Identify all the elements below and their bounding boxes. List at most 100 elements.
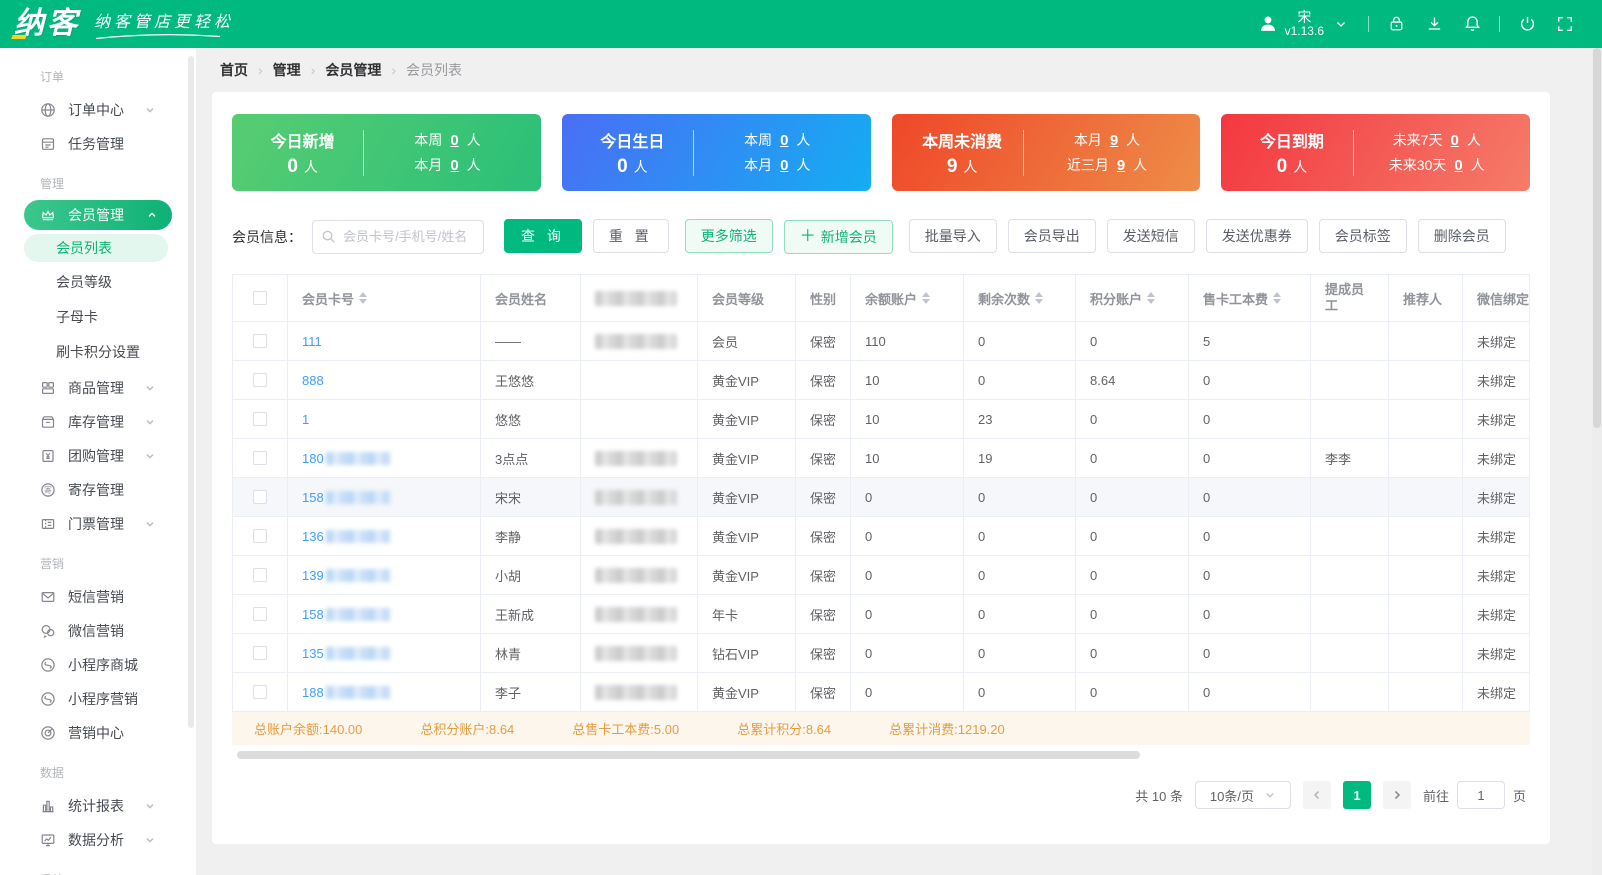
member-tags-button[interactable]: 会员标签 bbox=[1319, 219, 1407, 253]
member-card-link[interactable]: 139 bbox=[302, 568, 324, 583]
sidebar-item-task-management[interactable]: 任务管理 bbox=[0, 127, 196, 161]
stat-card-count: 0人 bbox=[242, 156, 363, 178]
member-card-link[interactable]: 158 bbox=[302, 607, 324, 622]
sidebar-item-miniapp-marketing[interactable]: 小程序营销 bbox=[0, 682, 196, 716]
stat-line-value[interactable]: 9 bbox=[1110, 132, 1118, 149]
member-card-link[interactable]: 135 bbox=[302, 646, 324, 661]
delete-members-button[interactable]: 删除会员 bbox=[1418, 219, 1506, 253]
add-member-button[interactable]: ＋新增会员 bbox=[784, 220, 893, 254]
stat-line-value[interactable]: 0 bbox=[780, 132, 788, 149]
sidebar-item-miniapp-mall[interactable]: 小程序商城 bbox=[0, 648, 196, 682]
cell-value: 年卡 bbox=[712, 605, 738, 624]
row-checkbox[interactable] bbox=[253, 529, 267, 543]
fullscreen-icon[interactable] bbox=[1554, 13, 1576, 35]
sort-icon[interactable] bbox=[359, 292, 367, 304]
member-card-link[interactable]: 180 bbox=[302, 451, 324, 466]
member-card-link[interactable]: 188 bbox=[302, 685, 324, 700]
breadcrumb-item[interactable]: 首页 bbox=[220, 60, 248, 80]
row-checkbox[interactable] bbox=[253, 646, 267, 660]
page-size-select[interactable]: 10条/页 bbox=[1195, 781, 1291, 809]
sidebar-item-member-management[interactable]: 会员管理 bbox=[24, 200, 172, 230]
search-input[interactable] bbox=[312, 220, 484, 254]
stat-line-value[interactable]: 0 bbox=[1450, 132, 1458, 149]
breadcrumb-item[interactable]: 会员管理 bbox=[325, 60, 381, 80]
member-card-link[interactable]: 888 bbox=[302, 373, 324, 388]
sidebar-item-deposit-management[interactable]: 寄寄存管理 bbox=[0, 473, 196, 507]
member-card-link[interactable]: 136 bbox=[302, 529, 324, 544]
stat-line-value[interactable]: 0 bbox=[1454, 157, 1462, 174]
prev-page-button[interactable] bbox=[1303, 781, 1331, 809]
select-all-checkbox[interactable] bbox=[253, 291, 267, 305]
download-icon[interactable] bbox=[1423, 13, 1445, 35]
column-header-points: 积分账户 bbox=[1076, 275, 1189, 322]
member-card-link[interactable]: 1 bbox=[302, 412, 309, 427]
sidebar-item-stat-report[interactable]: 统计报表 bbox=[0, 789, 196, 823]
member-card-link[interactable]: 158 bbox=[302, 490, 324, 505]
sort-icon[interactable] bbox=[1147, 292, 1155, 304]
member-card-link[interactable]: 111 bbox=[302, 334, 322, 349]
sidebar-item-stock-management[interactable]: 库存管理 bbox=[0, 405, 196, 439]
user-menu[interactable]: 宋 v1.13.6 bbox=[1257, 10, 1352, 39]
sort-icon[interactable] bbox=[1273, 292, 1281, 304]
sidebar-item-sms-marketing[interactable]: 短信营销 bbox=[0, 580, 196, 614]
stat-line-label: 本周 bbox=[414, 130, 442, 150]
query-button[interactable]: 查 询 bbox=[504, 219, 582, 253]
row-checkbox[interactable] bbox=[253, 490, 267, 504]
current-page[interactable]: 1 bbox=[1343, 781, 1371, 809]
row-checkbox[interactable] bbox=[253, 451, 267, 465]
sidebar-subitem-member-list[interactable]: 会员列表 bbox=[24, 234, 168, 262]
sidebar-item-ticket-management[interactable]: 门票管理 bbox=[0, 507, 196, 541]
stat-card-main: 今日新增0人 bbox=[242, 128, 363, 178]
sidebar-item-data-analysis[interactable]: 数据分析 bbox=[0, 823, 196, 857]
sidebar-subitem-member-level[interactable]: 会员等级 bbox=[0, 266, 196, 298]
row-checkbox[interactable] bbox=[253, 607, 267, 621]
cell-value: 未绑定 bbox=[1477, 449, 1516, 468]
goto-page-input[interactable] bbox=[1457, 781, 1505, 809]
sort-icon[interactable] bbox=[1035, 292, 1043, 304]
sidebar-item-groupbuy-management[interactable]: 团购管理 bbox=[0, 439, 196, 473]
sidebar-item-wechat-marketing[interactable]: 微信营销 bbox=[0, 614, 196, 648]
sidebar-subitem-parent-child-card[interactable]: 子母卡 bbox=[0, 301, 196, 333]
cell-checkbox bbox=[233, 439, 288, 478]
lock-icon[interactable] bbox=[1385, 13, 1407, 35]
stat-line-value[interactable]: 0 bbox=[450, 132, 458, 149]
row-checkbox[interactable] bbox=[253, 568, 267, 582]
redacted-phone bbox=[595, 646, 677, 661]
bell-icon[interactable] bbox=[1461, 13, 1483, 35]
logo: 纳客 bbox=[14, 2, 80, 46]
row-checkbox[interactable] bbox=[253, 685, 267, 699]
send-sms-button[interactable]: 发送短信 bbox=[1107, 219, 1195, 253]
row-checkbox[interactable] bbox=[253, 334, 267, 348]
batch-import-button[interactable]: 批量导入 bbox=[909, 219, 997, 253]
next-page-button[interactable] bbox=[1383, 781, 1411, 809]
sort-icon[interactable] bbox=[922, 292, 930, 304]
cell-phone bbox=[581, 322, 698, 361]
export-members-button[interactable]: 会员导出 bbox=[1008, 219, 1096, 253]
more-filters-button[interactable]: 更多筛选 bbox=[685, 219, 773, 253]
reset-button[interactable]: 重 置 bbox=[593, 219, 669, 253]
cell-points: 0 bbox=[1076, 673, 1189, 712]
send-coupon-button[interactable]: 发送优惠券 bbox=[1206, 219, 1308, 253]
sidebar-scrollbar[interactable] bbox=[188, 56, 194, 728]
sidebar-item-order-center[interactable]: 订单中心 bbox=[0, 93, 196, 127]
page-scrollbar-thumb[interactable] bbox=[1593, 48, 1601, 428]
stat-line-value[interactable]: 0 bbox=[780, 157, 788, 174]
breadcrumb-item[interactable]: 管理 bbox=[273, 60, 301, 80]
cell-balance: 10 bbox=[851, 400, 964, 439]
cell-name: 悠悠 bbox=[481, 400, 581, 439]
horizontal-scrollbar-thumb[interactable] bbox=[237, 751, 1140, 759]
stat-line-value[interactable]: 9 bbox=[1117, 157, 1125, 174]
row-checkbox[interactable] bbox=[253, 373, 267, 387]
cell-staff bbox=[1311, 634, 1389, 673]
redacted-phone bbox=[595, 607, 677, 622]
sidebar-item-marketing-center[interactable]: 营销中心 bbox=[0, 716, 196, 750]
sidebar-subitem-card-points-setting[interactable]: 刷卡积分设置 bbox=[0, 336, 196, 368]
power-icon[interactable] bbox=[1516, 13, 1538, 35]
stat-line-label: 近三月 bbox=[1067, 155, 1109, 175]
cell-value: 0 bbox=[978, 607, 985, 622]
row-checkbox[interactable] bbox=[253, 412, 267, 426]
sidebar-item-goods-management[interactable]: 商品管理 bbox=[0, 371, 196, 405]
stat-line-value[interactable]: 0 bbox=[450, 157, 458, 174]
redacted-phone bbox=[595, 685, 677, 700]
topbar: 纳客 纳客管店更轻松 宋 v1.13.6 bbox=[0, 0, 1602, 48]
